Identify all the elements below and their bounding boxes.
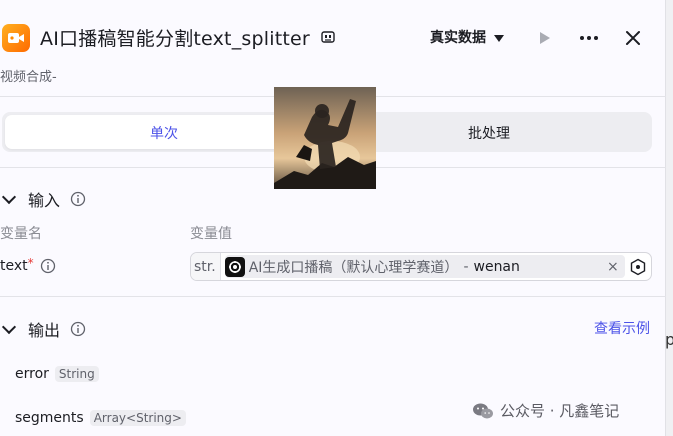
node-debug-panel: AI口播稿智能分割text_splitter 真实数据 视频合成- 单次 批处理… bbox=[0, 0, 666, 436]
output-field-name: segments bbox=[15, 410, 84, 426]
output-type-badge: String bbox=[54, 366, 99, 382]
output-field-row: error String bbox=[15, 366, 99, 382]
node-title: AI口播稿智能分割text_splitter bbox=[40, 28, 310, 50]
data-mode-select[interactable]: 真实数据 bbox=[430, 27, 504, 47]
variable-value-header: 变量值 bbox=[190, 226, 232, 242]
ref-variable-name: wenan bbox=[473, 258, 520, 275]
info-icon bbox=[40, 258, 55, 274]
more-button[interactable] bbox=[577, 26, 601, 50]
input-section-label: 输入 bbox=[28, 191, 61, 210]
output-section-header[interactable]: 输出 bbox=[0, 317, 86, 341]
required-mark: * bbox=[27, 256, 34, 270]
wechat-icon bbox=[473, 403, 493, 418]
tab-single-label[interactable]: 单次 bbox=[150, 123, 178, 143]
watermark-text: 公众号 · 凡鑫笔记 bbox=[500, 402, 620, 420]
close-icon bbox=[626, 31, 640, 45]
input-section-header[interactable]: 输入 bbox=[0, 187, 86, 211]
chevron-down-icon[interactable] bbox=[1, 189, 17, 205]
type-tag: str. bbox=[191, 253, 221, 280]
debug-tag-icon[interactable] bbox=[320, 29, 336, 45]
output-section-label: 输出 bbox=[28, 321, 61, 340]
info-icon bbox=[70, 191, 86, 207]
watermark: 公众号 · 凡鑫笔记 bbox=[472, 400, 619, 421]
overlay-photo bbox=[274, 87, 376, 189]
canvas-background bbox=[666, 0, 673, 436]
output-field-row: segments Array<String> bbox=[15, 410, 186, 426]
info-icon bbox=[70, 321, 86, 337]
ref-node-name: AI生成口播稿（默认心理学赛道） bbox=[248, 259, 459, 276]
variable-picker-icon[interactable] bbox=[629, 258, 647, 276]
param-name: text bbox=[0, 258, 28, 274]
variable-value-field[interactable]: str. AI生成口播稿（默认心理学赛道） - wenan × bbox=[190, 252, 652, 281]
ref-separator: - bbox=[463, 258, 469, 275]
data-mode-label: 真实数据 bbox=[430, 30, 486, 46]
param-text: text * bbox=[0, 256, 56, 274]
chevron-down-icon bbox=[494, 34, 504, 42]
tab-batch[interactable]: 批处理 bbox=[468, 123, 510, 143]
run-button[interactable] bbox=[532, 26, 556, 50]
close-button[interactable] bbox=[621, 26, 645, 50]
more-icon bbox=[580, 36, 598, 40]
canvas-text: p bbox=[665, 330, 673, 349]
clear-reference-button[interactable]: × bbox=[607, 259, 619, 275]
video-app-icon bbox=[2, 24, 30, 52]
node-icon bbox=[224, 256, 245, 277]
output-field-name: error bbox=[15, 366, 49, 382]
variable-name-header: 变量名 bbox=[0, 226, 42, 242]
panel-header: AI口播稿智能分割text_splitter 真实数据 bbox=[0, 18, 666, 58]
output-type-badge: Array<String> bbox=[89, 410, 186, 426]
play-icon bbox=[540, 32, 550, 44]
variable-reference-chip[interactable]: AI生成口播稿（默认心理学赛道） - wenan × bbox=[224, 255, 625, 278]
input-divider bbox=[0, 296, 666, 297]
view-example-link[interactable]: 查看示例 bbox=[594, 318, 650, 338]
chevron-down-icon[interactable] bbox=[1, 319, 17, 335]
node-subtitle: 视频合成- bbox=[0, 70, 57, 85]
